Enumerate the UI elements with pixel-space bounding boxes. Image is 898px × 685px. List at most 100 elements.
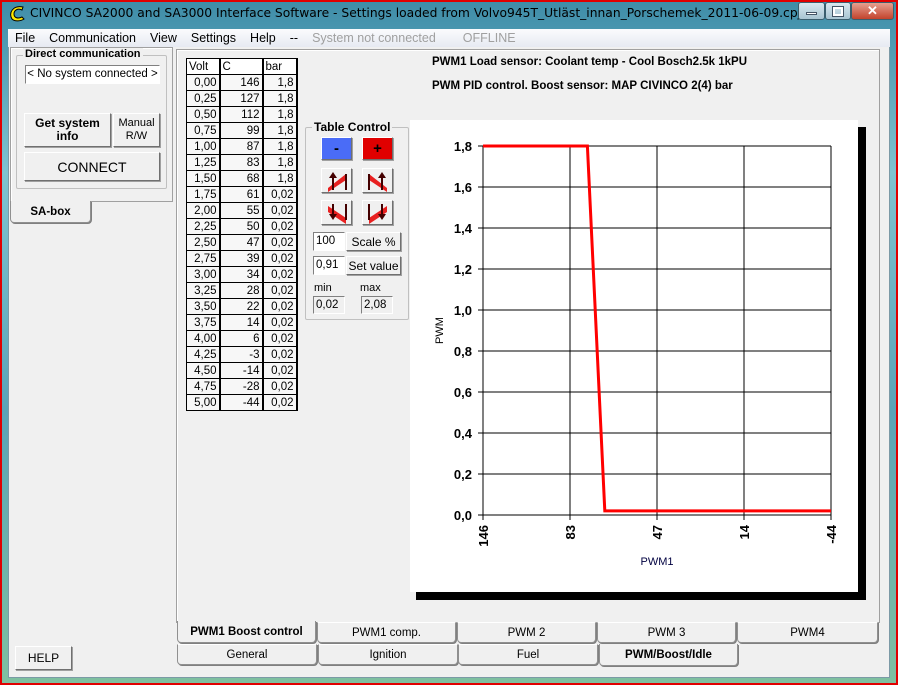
shift-up-left-button[interactable] xyxy=(321,168,352,193)
table-cell[interactable]: 87 xyxy=(219,138,264,155)
maximize-button[interactable] xyxy=(825,2,851,20)
table-cell[interactable]: 1,8 xyxy=(262,106,298,123)
menu-file[interactable]: File xyxy=(8,31,42,45)
table-cell[interactable]: 3,50 xyxy=(186,298,221,315)
table-cell[interactable]: 3,25 xyxy=(186,282,221,299)
tab-row2-3[interactable]: PWM/Boost/Idle xyxy=(599,644,738,666)
scale-percent-input[interactable]: 100 xyxy=(313,232,345,251)
table-cell[interactable]: 0,02 xyxy=(262,378,298,395)
table-cell[interactable]: 1,8 xyxy=(262,122,298,139)
manual-rw-button[interactable]: Manual R/W xyxy=(113,113,160,147)
table-cell[interactable]: -14 xyxy=(219,362,264,379)
table-cell[interactable]: 127 xyxy=(219,90,264,107)
table-cell[interactable]: 3,75 xyxy=(186,314,221,331)
table-cell[interactable]: 0,02 xyxy=(262,234,298,251)
min-label: min xyxy=(314,282,332,294)
table-cell[interactable]: 0,02 xyxy=(262,314,298,331)
table-cell[interactable]: 0,02 xyxy=(262,346,298,363)
menu-view[interactable]: View xyxy=(143,31,184,45)
table-cell[interactable]: 4,25 xyxy=(186,346,221,363)
table-cell[interactable]: 1,50 xyxy=(186,170,221,187)
get-system-info-button[interactable]: Get system info xyxy=(24,113,111,147)
table-cell[interactable]: 1,75 xyxy=(186,186,221,203)
tab-row1-2[interactable]: PWM 2 xyxy=(457,622,596,643)
table-cell[interactable]: 0,02 xyxy=(262,202,298,219)
table-cell[interactable]: 0,02 xyxy=(262,218,298,235)
table-cell[interactable]: 61 xyxy=(219,186,264,203)
table-cell[interactable]: 0,02 xyxy=(262,282,298,299)
table-cell[interactable]: 99 xyxy=(219,122,264,139)
table-cell[interactable]: 0,75 xyxy=(186,122,221,139)
table-cell[interactable]: 0,02 xyxy=(262,298,298,315)
table-cell[interactable]: 0,02 xyxy=(262,362,298,379)
menu-settings[interactable]: Settings xyxy=(184,31,243,45)
y-tick-label: 0,0 xyxy=(454,508,472,523)
table-cell[interactable]: 0,02 xyxy=(262,186,298,203)
table-cell[interactable]: 0,02 xyxy=(262,266,298,283)
table-cell[interactable]: 1,00 xyxy=(186,138,221,155)
table-cell[interactable]: 0,00 xyxy=(186,74,221,91)
table-cell[interactable]: 146 xyxy=(219,74,264,91)
table-cell[interactable]: 2,50 xyxy=(186,234,221,251)
shift-up-right-button[interactable] xyxy=(362,168,393,193)
table-cell[interactable]: 0,02 xyxy=(262,330,298,347)
tab-sa-box[interactable]: SA-box xyxy=(10,201,91,223)
connect-button[interactable]: CONNECT xyxy=(24,152,160,181)
increase-button[interactable]: + xyxy=(362,137,393,160)
table-cell[interactable]: 1,8 xyxy=(262,90,298,107)
table-cell[interactable]: 1,8 xyxy=(262,170,298,187)
table-cell[interactable]: 1,25 xyxy=(186,154,221,171)
table-cell[interactable]: 22 xyxy=(219,298,264,315)
minimize-button[interactable] xyxy=(798,2,825,20)
table-cell[interactable]: 28 xyxy=(219,282,264,299)
table-cell[interactable]: 55 xyxy=(219,202,264,219)
table-cell[interactable]: 0,02 xyxy=(262,394,298,411)
table-cell[interactable]: 0,02 xyxy=(262,250,298,267)
table-cell[interactable]: 5,00 xyxy=(186,394,221,411)
table-cell[interactable]: 50 xyxy=(219,218,264,235)
help-button[interactable]: HELP xyxy=(15,646,72,670)
set-value-button[interactable]: Set value xyxy=(346,256,401,275)
shift-down-left-button[interactable] xyxy=(321,200,352,225)
tab-row2-2[interactable]: Fuel xyxy=(458,644,598,665)
decrease-button[interactable]: - xyxy=(321,137,352,160)
table-cell[interactable]: 1,8 xyxy=(262,138,298,155)
table-cell[interactable]: 2,75 xyxy=(186,250,221,267)
y-tick-label: 0,8 xyxy=(454,344,472,359)
table-cell[interactable]: -28 xyxy=(219,378,264,395)
tab-row1-1[interactable]: PWM1 comp. xyxy=(317,622,456,643)
table-cell[interactable]: -44 xyxy=(219,394,264,411)
table-cell[interactable]: 14 xyxy=(219,314,264,331)
tab-row1-0[interactable]: PWM1 Boost control xyxy=(177,621,316,643)
table-row: 5,00 -44 0,02 xyxy=(186,394,298,411)
tab-row2-0[interactable]: General xyxy=(177,644,317,665)
x-tick-label: 83 xyxy=(563,525,578,539)
menu-help[interactable]: Help xyxy=(243,31,283,45)
table-cell[interactable]: 1,8 xyxy=(262,154,298,171)
table-cell[interactable]: 1,8 xyxy=(262,74,298,91)
shift-down-right-button[interactable] xyxy=(362,200,393,225)
table-cell[interactable]: 0,50 xyxy=(186,106,221,123)
table-cell[interactable]: 112 xyxy=(219,106,264,123)
scale-percent-button[interactable]: Scale % xyxy=(346,232,401,251)
close-button[interactable]: ✕ xyxy=(851,2,894,20)
table-cell[interactable]: 4,00 xyxy=(186,330,221,347)
table-cell[interactable]: 34 xyxy=(219,266,264,283)
table-cell[interactable]: 4,50 xyxy=(186,362,221,379)
table-cell[interactable]: 39 xyxy=(219,250,264,267)
table-cell[interactable]: 3,00 xyxy=(186,266,221,283)
table-cell[interactable]: 0,25 xyxy=(186,90,221,107)
tab-row1-3[interactable]: PWM 3 xyxy=(597,622,736,643)
table-cell[interactable]: 83 xyxy=(219,154,264,171)
set-value-input[interactable]: 0,91 xyxy=(313,256,345,275)
table-cell[interactable]: 2,00 xyxy=(186,202,221,219)
menu-communication[interactable]: Communication xyxy=(42,31,143,45)
table-cell[interactable]: 2,25 xyxy=(186,218,221,235)
table-cell[interactable]: 4,75 xyxy=(186,378,221,395)
tab-row1-4[interactable]: PWM4 xyxy=(737,622,878,643)
table-cell[interactable]: 47 xyxy=(219,234,264,251)
table-cell[interactable]: -3 xyxy=(219,346,264,363)
tab-row2-1[interactable]: Ignition xyxy=(318,644,458,665)
table-cell[interactable]: 68 xyxy=(219,170,264,187)
table-cell[interactable]: 6 xyxy=(219,330,264,347)
